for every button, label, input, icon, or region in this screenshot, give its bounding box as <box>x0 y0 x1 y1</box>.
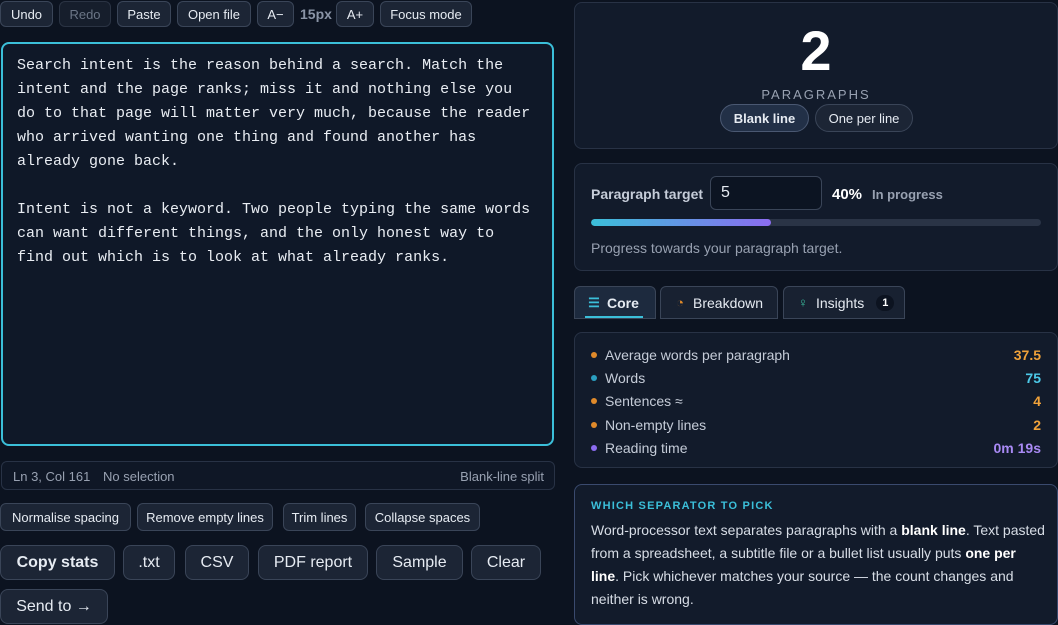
trim-lines-button[interactable]: Trim lines <box>283 503 356 531</box>
stat-label: Sentences ≈ <box>605 393 683 410</box>
paragraph-count-label: PARAGRAPHS <box>761 87 871 102</box>
stat-value: 0m 19s <box>993 439 1041 456</box>
paragraph-count: 2 <box>800 19 832 82</box>
target-percent: 40% <box>832 186 863 203</box>
core-stats-card: Average words per paragraph 37.5 Words 75 Se… <box>574 332 1058 468</box>
stat-row: Reading time 0m 19s <box>591 439 1041 459</box>
stat-value: 2 <box>1033 416 1041 433</box>
font-decrease-button[interactable]: A− <box>257 1 294 27</box>
paragraph-target-card: Paragraph target 40% In progress Progres… <box>574 163 1058 271</box>
stat-row: Words 75 <box>591 369 1041 389</box>
stat-dot <box>591 421 597 428</box>
stat-row: Sentences ≈ 4 <box>591 392 1041 412</box>
tip-bold-blank-line: blank line <box>901 522 966 538</box>
target-progress-bar <box>591 219 1041 226</box>
send-to-button[interactable]: Send to → <box>0 589 108 624</box>
stat-dot <box>591 352 597 358</box>
tip-heading: WHICH SEPARATOR TO PICK <box>591 500 774 512</box>
stat-row: Average words per paragraph 37.5 <box>591 346 1041 366</box>
text-editor[interactable]: Search intent is the reason behind a sea… <box>1 42 554 446</box>
open-file-button[interactable]: Open file <box>177 1 251 27</box>
stat-label: Non-empty lines <box>605 416 707 433</box>
font-increase-button[interactable]: A+ <box>336 1 374 27</box>
stat-value: 37.5 <box>1013 347 1041 363</box>
remove-empty-lines-button[interactable]: Remove empty lines <box>137 503 273 531</box>
tab-breakdown-label: Breakdown <box>693 294 764 311</box>
insights-count-badge: 1 <box>876 294 895 311</box>
tab-insights[interactable]: ♀ Insights 1 <box>783 286 905 319</box>
stat-dot <box>591 375 597 382</box>
target-input[interactable] <box>710 176 822 210</box>
export-txt-button[interactable]: .txt <box>123 545 175 580</box>
target-help-text: Progress towards your paragraph target. <box>591 240 843 256</box>
tip-body: Word-processor text separates paragraphs… <box>591 519 1047 611</box>
cursor-position: Ln 3, Col 161 <box>13 469 91 484</box>
pdf-report-button[interactable]: PDF report <box>258 545 368 580</box>
undo-button[interactable]: Undo <box>0 1 53 27</box>
mode-blank-line-button[interactable]: Blank line <box>720 104 809 132</box>
mode-one-per-line-button[interactable]: One per line <box>815 104 913 132</box>
tab-core-label: Core <box>607 294 639 311</box>
normalise-spacing-button[interactable]: Normalise spacing <box>0 503 131 531</box>
copy-stats-button[interactable]: Copy stats <box>0 545 115 580</box>
paste-button[interactable]: Paste <box>117 1 171 27</box>
stat-label: Average words per paragraph <box>605 347 790 363</box>
target-status: In progress <box>872 187 943 202</box>
tab-core[interactable]: ☰ Core <box>574 286 656 319</box>
stat-dot <box>591 444 597 451</box>
stat-value: 4 <box>1033 393 1041 410</box>
pie-chart-icon: ◔ <box>676 295 684 310</box>
tab-insights-label: Insights <box>816 294 865 311</box>
list-icon: ☰ <box>588 294 600 310</box>
selection-status: No selection <box>103 469 175 484</box>
paragraph-count-card: 2 PARAGRAPHS Blank line One per line <box>574 2 1058 149</box>
stat-label: Reading time <box>605 439 688 456</box>
stat-dot <box>591 398 597 405</box>
split-mode-status: Blank-line split <box>460 469 544 484</box>
font-size-readout: 15px <box>300 6 332 22</box>
tip-text-3: . Pick whichever matches your source — t… <box>591 568 1014 607</box>
redo-button[interactable]: Redo <box>59 1 111 27</box>
active-tab-indicator <box>585 316 643 318</box>
editor-status-bar: Ln 3, Col 161 No selection Blank-line sp… <box>1 461 555 490</box>
lightbulb-icon: ♀ <box>798 295 808 310</box>
clear-button[interactable]: Clear <box>471 545 541 580</box>
stat-row: Non-empty lines 2 <box>591 416 1041 436</box>
tip-text-1: Word-processor text separates paragraphs… <box>591 522 902 538</box>
target-progress-fill <box>591 219 771 226</box>
collapse-spaces-button[interactable]: Collapse spaces <box>365 503 480 531</box>
focus-mode-button[interactable]: Focus mode <box>380 1 472 27</box>
export-csv-button[interactable]: CSV <box>185 545 249 580</box>
sample-button[interactable]: Sample <box>376 545 463 580</box>
stat-label: Words <box>605 370 646 387</box>
target-label: Paragraph target <box>591 186 704 202</box>
stat-value: 75 <box>1025 370 1041 387</box>
separator-tip-card: WHICH SEPARATOR TO PICK Word-processor t… <box>574 484 1058 625</box>
tab-breakdown[interactable]: ◔ Breakdown <box>660 286 778 319</box>
